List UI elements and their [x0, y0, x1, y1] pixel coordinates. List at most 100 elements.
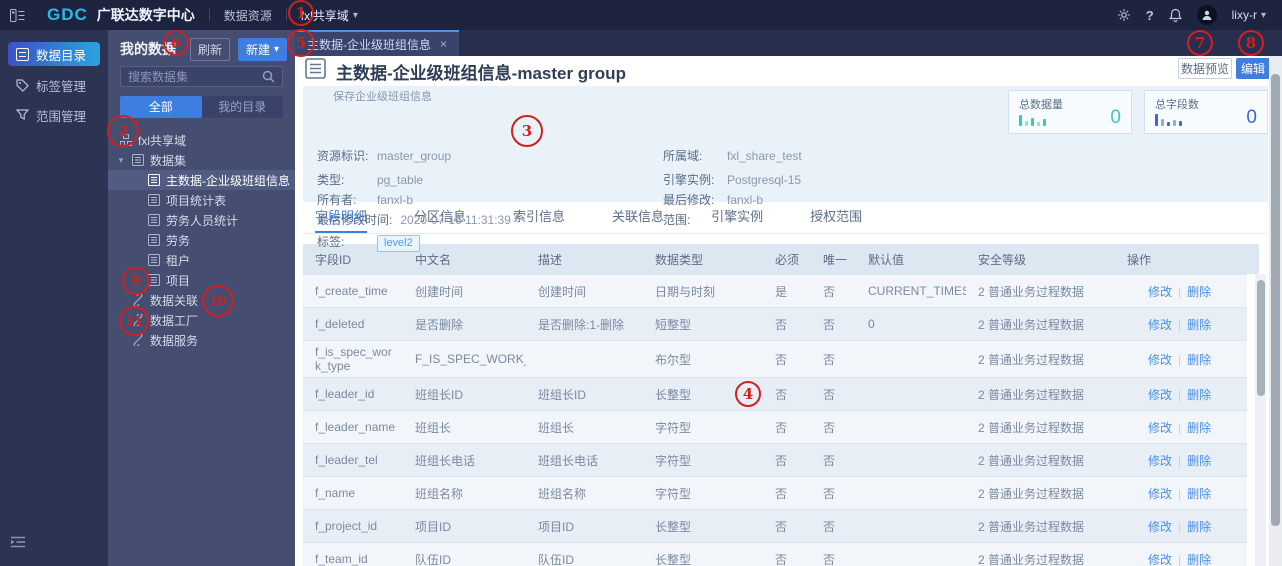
- tab-my-catalog[interactable]: 我的目录: [202, 96, 284, 118]
- edit-link[interactable]: 修改: [1148, 285, 1172, 299]
- edit-link[interactable]: 修改: [1148, 520, 1172, 534]
- cell: 创建时间: [415, 284, 464, 299]
- sidebar-item-tag-management[interactable]: 标签管理: [8, 74, 100, 96]
- cell: 否: [775, 352, 788, 367]
- page-scrollbar-thumb[interactable]: [1271, 74, 1280, 526]
- collapse-sidebar-icon[interactable]: [10, 535, 26, 554]
- edit-link[interactable]: 修改: [1148, 318, 1172, 332]
- edit-link[interactable]: 修改: [1148, 553, 1172, 566]
- cell: 日期与时刻: [655, 284, 716, 299]
- cell: 否: [775, 420, 788, 435]
- avatar[interactable]: [1196, 5, 1217, 25]
- cell: 班组长电话: [538, 453, 599, 468]
- cell: 2 普通业务过程数据: [978, 453, 1085, 468]
- tree-item-dataset-labor[interactable]: 劳务: [108, 230, 295, 250]
- tree-item-label: 劳务人员统计: [166, 213, 239, 228]
- row-actions: 修改 | 删除: [1115, 485, 1247, 502]
- detail-tab-relations[interactable]: 关联信息: [612, 202, 664, 233]
- user-menu[interactable]: lixy-r ▾: [1232, 8, 1266, 22]
- caret-down-icon[interactable]: ▾: [116, 155, 126, 166]
- delete-link[interactable]: 删除: [1187, 353, 1211, 367]
- tree-item-dataset-labor-stats[interactable]: 劳务人员统计: [108, 210, 295, 230]
- app-title: 广联达数字中心: [96, 7, 195, 23]
- cell: 否: [775, 387, 788, 402]
- table-icon: [305, 58, 326, 84]
- edit-link[interactable]: 修改: [1148, 487, 1172, 501]
- new-button-label: 新建: [245, 42, 270, 57]
- meta-label: 最后修改时间:: [317, 213, 393, 227]
- delete-link[interactable]: 删除: [1187, 318, 1211, 332]
- edit-button[interactable]: 编辑: [1236, 58, 1270, 79]
- cell: 布尔型: [655, 352, 692, 367]
- annotation-1: 1: [288, 0, 314, 26]
- nav-data-resource[interactable]: 数据资源: [224, 7, 272, 24]
- tab-all[interactable]: 全部: [120, 96, 202, 118]
- cell: f_leader_id: [315, 387, 375, 401]
- tree-item-label: 项目: [166, 273, 191, 288]
- cell: 否: [823, 453, 836, 468]
- dataset-subtitle: 保存企业级班组信息: [333, 91, 432, 103]
- cell: 2 普通业务过程数据: [978, 284, 1085, 299]
- table-scrollbar-thumb[interactable]: [1256, 280, 1265, 396]
- tree-item-label: fxl共享域: [138, 133, 187, 148]
- table-row: f_is_spec_work_type F_IS_SPEC_WORK_TYPE 布尔…: [303, 340, 1247, 377]
- delete-link[interactable]: 删除: [1187, 520, 1211, 534]
- page-scrollbar[interactable]: [1269, 56, 1282, 566]
- cell: 长整型: [655, 552, 692, 566]
- table-scrollbar[interactable]: [1255, 274, 1266, 566]
- cell: 2 普通业务过程数据: [978, 420, 1085, 435]
- edit-link[interactable]: 修改: [1148, 421, 1172, 435]
- annotation-4: 4: [735, 381, 761, 407]
- table-icon: [148, 194, 160, 206]
- delete-link[interactable]: 删除: [1187, 487, 1211, 501]
- sidebar-item-scope-management[interactable]: 范围管理: [8, 104, 100, 126]
- search-icon[interactable]: [262, 70, 275, 83]
- meta-value: fanxl-b: [377, 193, 414, 207]
- table-body: f_create_time 创建时间 创建时间 日期与时刻是否 CURRENT_TIME…: [303, 274, 1259, 566]
- cell: 长整型: [655, 519, 692, 534]
- sidebar-item-label: 数据目录: [36, 48, 87, 63]
- close-icon[interactable]: ×: [440, 37, 447, 51]
- table-row: f_deleted 是否删除 是否删除:1-删除 短整型 否 否 0 2 普通业务过程数据 修改…: [303, 307, 1247, 340]
- app-launcher-icon[interactable]: [10, 8, 25, 22]
- search-input[interactable]: [128, 69, 262, 84]
- sidebar-item-data-catalog[interactable]: 数据目录: [8, 42, 100, 66]
- delete-link[interactable]: 删除: [1187, 388, 1211, 402]
- dataset-title-row: 主数据-企业级班组信息-master group: [305, 58, 626, 84]
- delete-link[interactable]: 删除: [1187, 421, 1211, 435]
- cell: 班组长电话: [415, 453, 476, 468]
- mini-bar-chart-icon: [1019, 115, 1046, 126]
- edit-link[interactable]: 修改: [1148, 388, 1172, 402]
- bell-icon[interactable]: [1168, 8, 1182, 22]
- edit-link[interactable]: 修改: [1148, 454, 1172, 468]
- help-icon[interactable]: ?: [1146, 8, 1154, 23]
- stat-cards: 总数据量 0 总字段数 0: [1008, 90, 1268, 134]
- cell: 否: [775, 552, 788, 566]
- detail-tab-indexes[interactable]: 索引信息: [513, 202, 565, 233]
- stat-card-value: 0: [1110, 107, 1121, 128]
- delete-link[interactable]: 删除: [1187, 454, 1211, 468]
- detail-tab-auth-scope[interactable]: 授权范围: [810, 202, 862, 233]
- cell: 是否删除: [415, 317, 464, 332]
- edit-link[interactable]: 修改: [1148, 353, 1172, 367]
- stat-card: 总字段数 0: [1144, 90, 1268, 134]
- document-tab[interactable]: 主数据-企业级班组信息 ×: [295, 30, 460, 56]
- table-row: f_create_time 创建时间 创建时间 日期与时刻 是 否 CURRENT_TIME…: [303, 274, 1247, 307]
- data-preview-button[interactable]: 数据预览: [1178, 58, 1232, 79]
- new-button[interactable]: 新建 ▾: [237, 37, 287, 61]
- gear-icon[interactable]: [1117, 8, 1131, 22]
- row-actions: 修改 | 删除: [1115, 316, 1247, 333]
- refresh-button[interactable]: 刷新: [189, 37, 230, 61]
- tree-item-dataset-folder[interactable]: ▾ 数据集: [108, 150, 295, 170]
- tree-item-dataset-project-stats[interactable]: 项目统计表: [108, 190, 295, 210]
- meta-value: 2020-07-16 11:31:39: [400, 213, 511, 227]
- table-row: f_name 班组名称 班组名称 字符型 否 否 2 普通业务过程数据 修改 | 删除: [303, 476, 1247, 509]
- meta-row: 所有者: fanxl-b: [317, 191, 413, 208]
- delete-link[interactable]: 删除: [1187, 553, 1211, 566]
- username-label: lixy-r: [1231, 8, 1257, 22]
- tree-item-dataset-master-group[interactable]: 主数据-企业级班组信息: [108, 170, 295, 190]
- cell: 否: [823, 352, 836, 367]
- annotation-5: 5: [287, 29, 315, 57]
- cell: 字符型: [655, 453, 692, 468]
- delete-link[interactable]: 删除: [1187, 285, 1211, 299]
